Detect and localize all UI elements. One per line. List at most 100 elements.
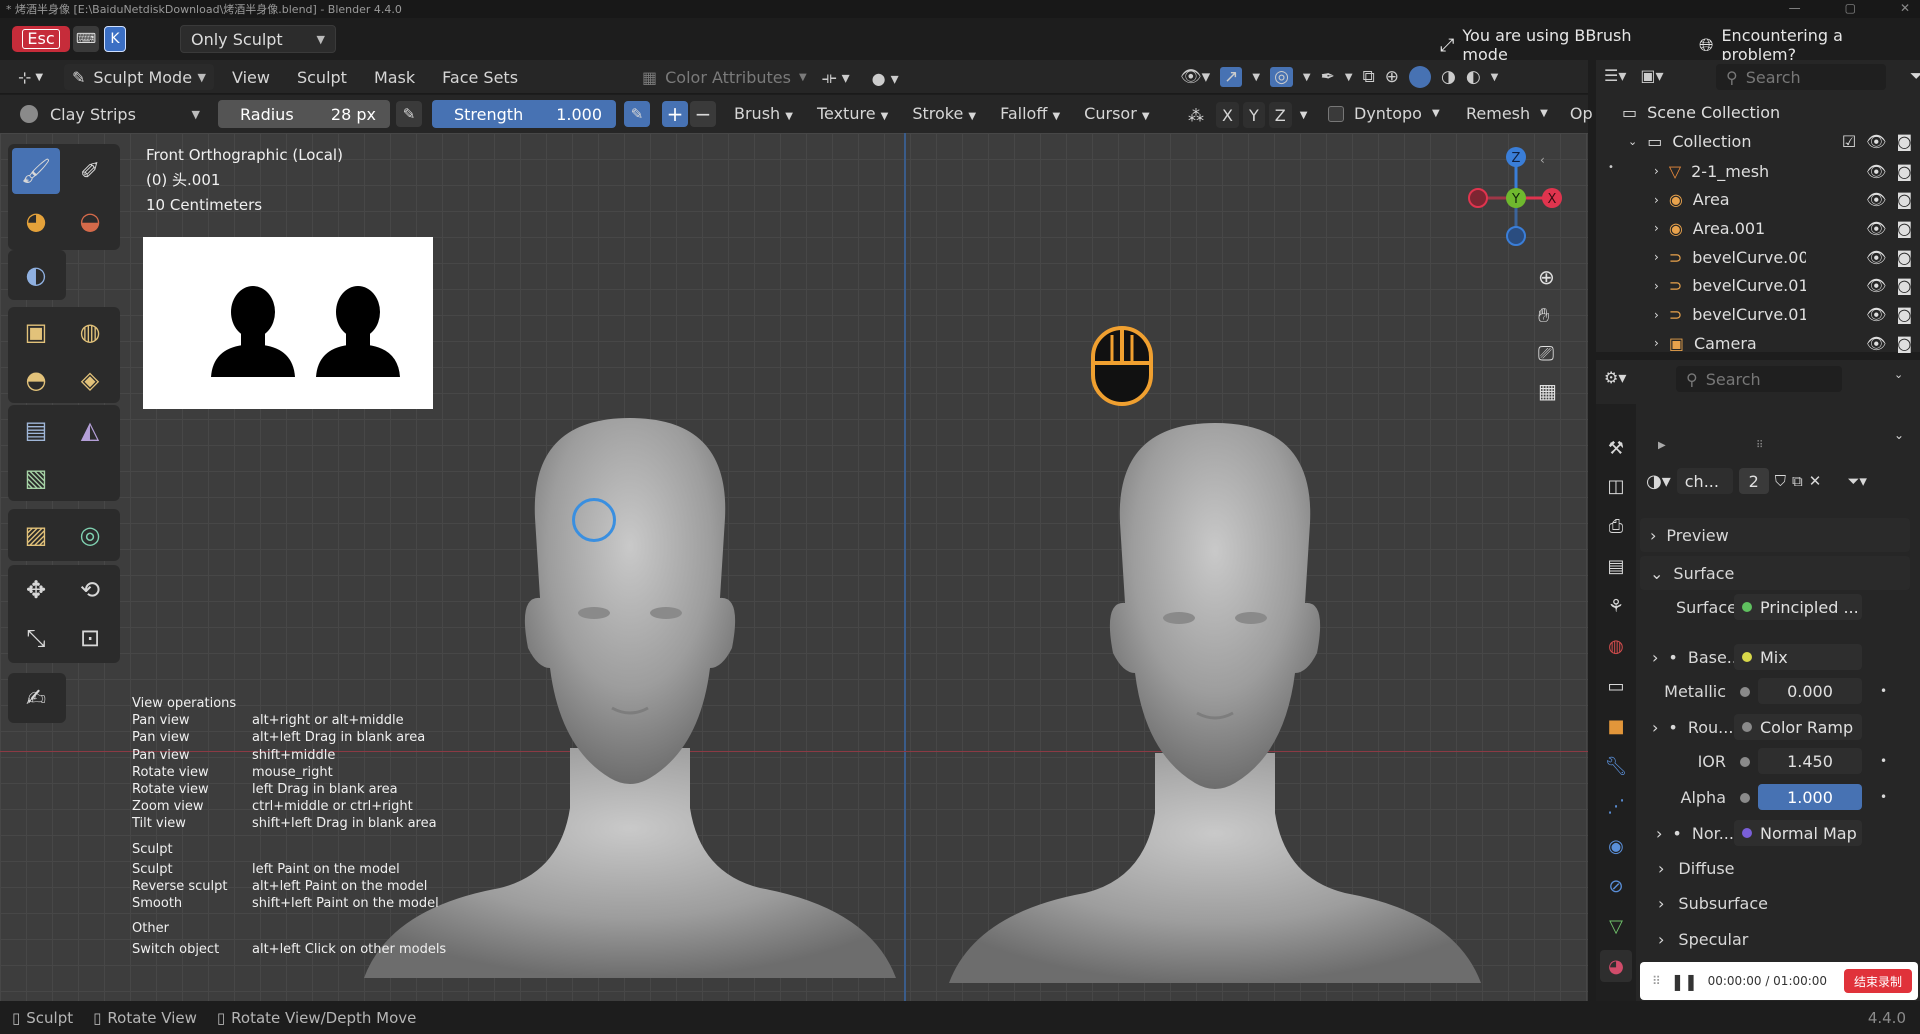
alpha-field[interactable]: 1.000 bbox=[1758, 784, 1862, 810]
grid-view-icon[interactable]: ▦ bbox=[1538, 379, 1557, 403]
eye-icon[interactable]: 👁︎ bbox=[1866, 190, 1886, 209]
camera-render-icon[interactable]: ◙ bbox=[1896, 305, 1912, 324]
outliner-item[interactable]: › ⊃ bevelCurve.010 👁︎ ◙ bbox=[1596, 272, 1920, 300]
camera-render-icon[interactable]: ◙ bbox=[1896, 132, 1912, 151]
pause-icon[interactable]: ❚❚ bbox=[1671, 972, 1698, 991]
annotate-icon[interactable]: ✍ bbox=[12, 675, 60, 721]
camera-render-icon[interactable]: ◙ bbox=[1896, 219, 1912, 238]
remesh-menu[interactable]: Remesh ▼ Op bbox=[1466, 104, 1593, 123]
menu-mask[interactable]: Mask bbox=[374, 68, 415, 87]
chevron-right-icon[interactable]: › bbox=[1654, 164, 1659, 178]
outliner-editor-icon[interactable]: ☰▾ bbox=[1604, 66, 1626, 85]
add-direction-button[interactable]: + bbox=[662, 101, 688, 127]
snap-icon[interactable]: ● ▾ bbox=[872, 69, 899, 88]
rendered-shading-icon[interactable]: ◐ bbox=[1466, 67, 1481, 87]
chevron-right-icon[interactable]: › bbox=[1654, 279, 1659, 293]
smooth-icon[interactable]: ◈ bbox=[66, 357, 114, 403]
data-tab-icon[interactable]: ▽ bbox=[1600, 910, 1632, 942]
scene-tab-icon[interactable]: ⚘ bbox=[1600, 590, 1632, 622]
draw-sharp-icon[interactable]: ✐ bbox=[66, 148, 114, 194]
specular-subpanel[interactable]: › Specular bbox=[1658, 930, 1748, 949]
outliner-search-input[interactable]: ⚲ Search bbox=[1716, 64, 1886, 90]
move-icon[interactable]: ✥ bbox=[12, 567, 60, 613]
minimize-icon[interactable]: — bbox=[1789, 1, 1801, 15]
solid-shading-icon[interactable] bbox=[1408, 66, 1431, 88]
constraints-tab-icon[interactable]: ⊘ bbox=[1600, 870, 1632, 902]
dyntopo-checkbox[interactable] bbox=[1328, 105, 1344, 122]
brush-selector[interactable]: Clay Strips ▼ bbox=[12, 101, 208, 127]
render-tab-icon[interactable]: ◫ bbox=[1600, 470, 1632, 502]
subtract-direction-button[interactable]: − bbox=[690, 101, 716, 127]
camera-render-icon[interactable]: ◙ bbox=[1896, 248, 1912, 267]
tool-tab-icon[interactable]: ⚒ bbox=[1600, 432, 1632, 464]
outliner-item[interactable]: › ⊃ bevelCurve.002 👁︎ ◙ bbox=[1596, 243, 1920, 271]
stop-recording-button[interactable]: 结束录制 bbox=[1843, 969, 1912, 993]
chevron-down-icon[interactable]: ⌄ bbox=[1894, 428, 1904, 442]
roughness-field[interactable]: Color Ramp bbox=[1734, 714, 1862, 740]
close-window-icon[interactable]: ✕ bbox=[1900, 1, 1910, 15]
menu-view[interactable]: View bbox=[232, 68, 270, 87]
outliner-item[interactable]: › ⊃ bevelCurve.012 👁︎ ◙ bbox=[1596, 301, 1920, 329]
overlays-icon[interactable]: ◎ bbox=[1270, 67, 1293, 87]
pan-hand-icon[interactable]: ✋︎ bbox=[1538, 303, 1557, 327]
bbrush-notice[interactable]: ⤢ You are using BBrush mode 🌐︎ Encounter… bbox=[1440, 26, 1920, 64]
box-mask-icon[interactable]: ◎ bbox=[66, 512, 114, 558]
gizmo-toggle-icon[interactable]: ↗ bbox=[1220, 67, 1243, 87]
keyframe-dot-icon[interactable]: • bbox=[1880, 790, 1887, 804]
particles-tab-icon[interactable]: ⋰ bbox=[1600, 790, 1632, 822]
chevron-right-icon[interactable]: › bbox=[1654, 250, 1659, 264]
chevron-right-icon[interactable]: › bbox=[1654, 193, 1659, 207]
visibility-icon[interactable]: 👁︎▾ bbox=[1180, 67, 1210, 87]
metallic-field[interactable]: 0.000 bbox=[1758, 678, 1862, 704]
xray-icon[interactable]: ⧉ bbox=[1363, 67, 1375, 87]
eye-icon[interactable]: 👁︎ bbox=[1866, 248, 1886, 267]
menu-texture[interactable]: Texture ▼ bbox=[817, 104, 888, 123]
view-layer-tab-icon[interactable]: ▤ bbox=[1600, 550, 1632, 582]
clay-strips-icon[interactable]: ◒ bbox=[66, 198, 114, 244]
base-color-row[interactable]: › • Base... bbox=[1652, 648, 1742, 667]
preview-panel-header[interactable]: › Preview bbox=[1640, 518, 1910, 552]
chevron-right-icon[interactable]: › bbox=[1654, 308, 1659, 322]
layer-icon[interactable]: ◐ bbox=[12, 252, 60, 298]
duplicate-material-icon[interactable]: ⧉ bbox=[1792, 472, 1803, 490]
collapse-sidebar-icon[interactable]: ‹ bbox=[1540, 153, 1545, 167]
menu-face-sets[interactable]: Face Sets bbox=[442, 68, 518, 87]
menu-cursor[interactable]: Cursor ▼ bbox=[1084, 104, 1149, 123]
eye-icon[interactable]: 👁︎ bbox=[1866, 162, 1886, 181]
material-shading-icon[interactable]: ◑ bbox=[1441, 67, 1456, 87]
axis-y-toggle[interactable]: Y bbox=[1242, 102, 1265, 128]
outliner-item[interactable]: › ◉ Area 👁︎ ◙ bbox=[1596, 186, 1920, 214]
link-funnel-icon[interactable]: ⏷▾ bbox=[1847, 472, 1867, 490]
inflate-icon[interactable]: ▣ bbox=[12, 309, 60, 355]
transform-icon[interactable]: ⊡ bbox=[66, 615, 114, 661]
world-tab-icon[interactable]: ◍ bbox=[1600, 630, 1632, 662]
strength-slider[interactable]: Strength 1.000 bbox=[432, 100, 616, 128]
ior-field[interactable]: 1.450 bbox=[1758, 748, 1862, 774]
editor-type-icon[interactable]: ⊹ ▼ bbox=[10, 64, 54, 90]
camera-render-icon[interactable]: ◙ bbox=[1896, 162, 1912, 181]
flatten-icon[interactable]: ▤ bbox=[12, 407, 60, 453]
crease-icon[interactable]: ◓ bbox=[12, 357, 60, 403]
fill-icon[interactable]: ◭ bbox=[66, 407, 114, 453]
physics-tab-icon[interactable]: ◉ bbox=[1600, 830, 1632, 862]
unlink-material-icon[interactable]: ✕ bbox=[1809, 472, 1822, 490]
draw-brush-icon[interactable]: 🖌︎ bbox=[12, 148, 60, 194]
display-mode-icon[interactable]: ▣▾ bbox=[1640, 66, 1663, 85]
esc-button[interactable]: Esc bbox=[12, 26, 70, 52]
radius-pressure-icon[interactable]: ✎ bbox=[396, 101, 422, 127]
menu-falloff[interactable]: Falloff ▼ bbox=[1000, 104, 1060, 123]
wireframe-shading-icon[interactable]: ⊕ bbox=[1385, 67, 1399, 87]
subsurface-subpanel[interactable]: › Subsurface bbox=[1658, 894, 1768, 913]
mode-dropdown[interactable]: ✎ Sculpt Mode ▼ bbox=[64, 64, 214, 90]
scrape-icon[interactable]: ▧ bbox=[12, 455, 60, 501]
chevron-right-icon[interactable]: › bbox=[1654, 336, 1659, 350]
dyntopo-toggle[interactable]: Dyntopo ▼ bbox=[1328, 104, 1440, 123]
rotate-icon[interactable]: ⟲ bbox=[66, 567, 114, 613]
normal-field[interactable]: Normal Map bbox=[1734, 820, 1862, 846]
scale-icon[interactable]: ⤡ bbox=[12, 615, 60, 661]
eye-icon[interactable]: 👁︎ bbox=[1866, 276, 1886, 295]
shading-options-icon[interactable]: ▼ bbox=[1491, 72, 1499, 83]
drag-handle-icon[interactable]: ⠿ bbox=[1756, 440, 1763, 451]
k-key-button[interactable]: K bbox=[104, 26, 126, 52]
normal-row[interactable]: › • Nor... bbox=[1656, 824, 1734, 843]
